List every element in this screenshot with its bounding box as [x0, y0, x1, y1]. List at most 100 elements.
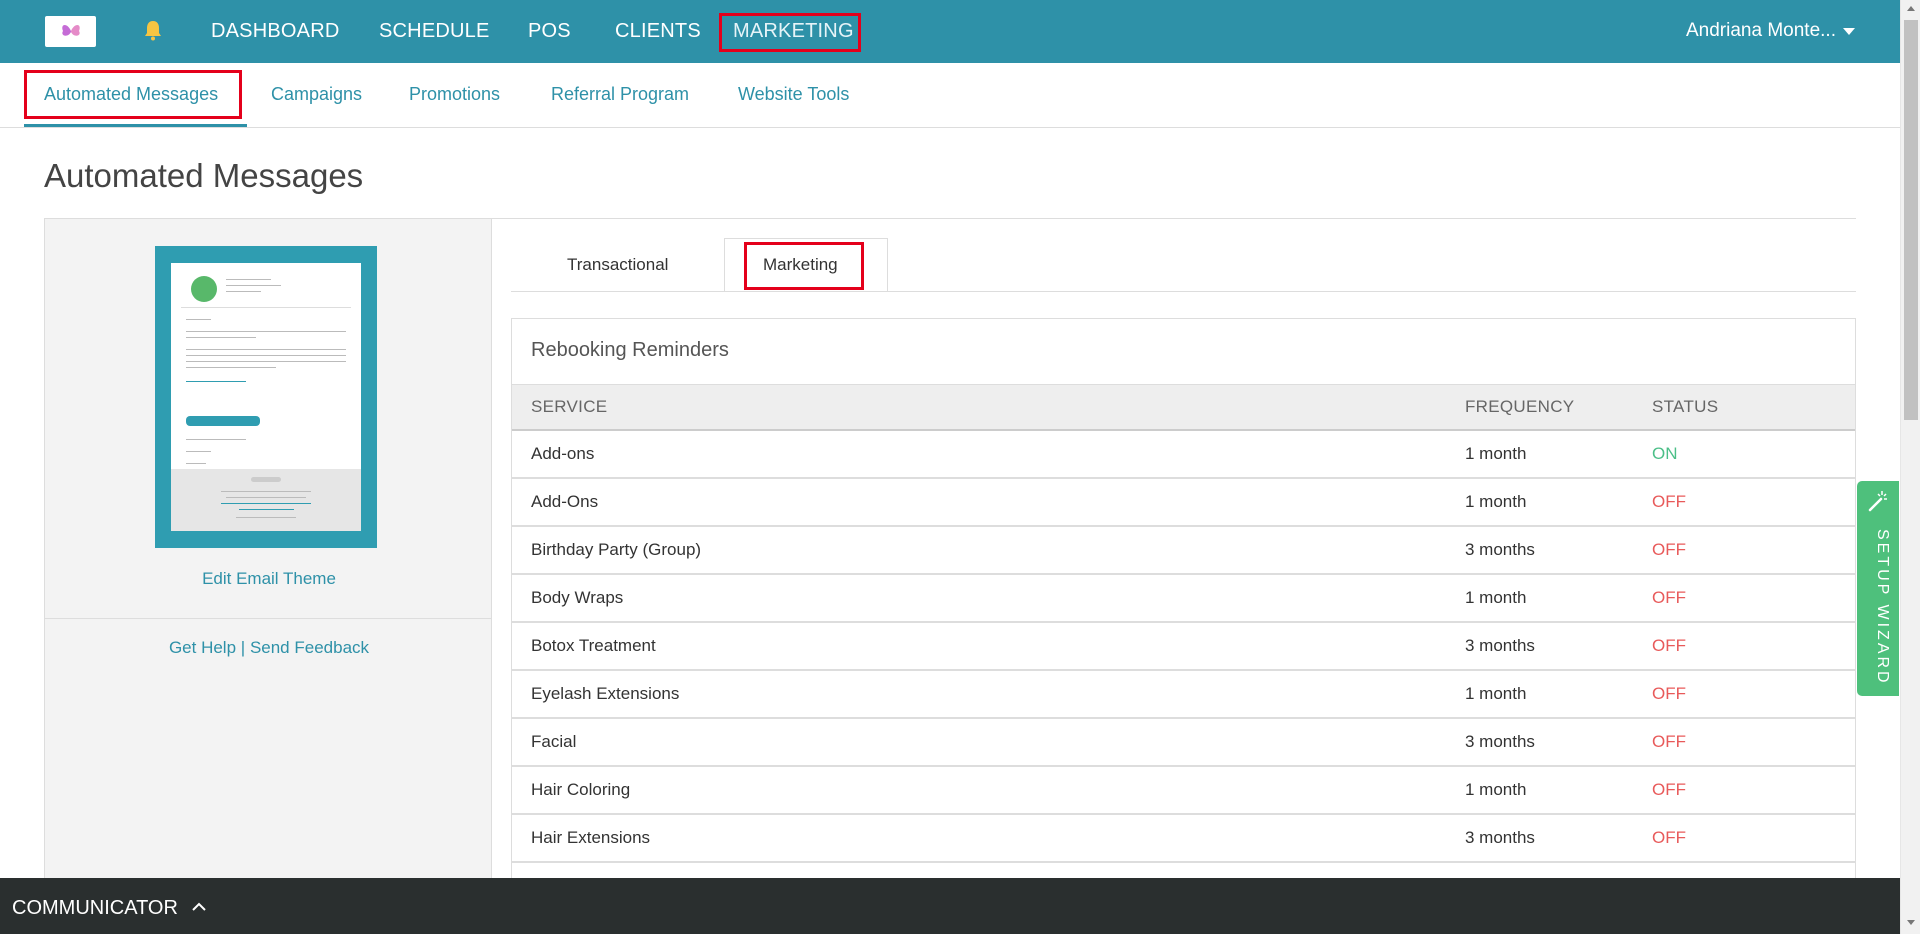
table-row[interactable]: Eyelash Extensions 1 month OFF: [512, 671, 1855, 719]
communicator-label: COMMUNICATOR: [12, 897, 178, 919]
preview-line: [226, 285, 281, 286]
preview-line: [186, 355, 346, 356]
email-preview-body: [171, 263, 361, 531]
email-theme-preview[interactable]: [155, 246, 377, 548]
service-cell: Add-ons: [531, 444, 595, 463]
preview-book-button: [186, 416, 260, 426]
service-cell: Botox Treatment: [531, 636, 656, 655]
bell-icon[interactable]: [141, 18, 165, 42]
service-cell: Facial: [531, 732, 577, 751]
card-title: Rebooking Reminders: [531, 339, 729, 361]
communicator-bar[interactable]: COMMUNICATOR: [0, 878, 1900, 934]
table-row[interactable]: Body Wraps 1 month OFF: [512, 575, 1855, 623]
setup-wizard-label: SETUP WIZARD: [1874, 529, 1891, 686]
email-theme-panel: Edit Email Theme Get Help | Send Feedbac…: [44, 219, 492, 934]
subnav-website-tools[interactable]: Website Tools: [738, 84, 849, 105]
preview-line: [221, 503, 311, 504]
magic-wand-icon: [1868, 491, 1887, 512]
edit-email-theme-link[interactable]: Edit Email Theme: [45, 569, 493, 589]
preview-line: [181, 307, 351, 308]
table-row[interactable]: Facial 3 months OFF: [512, 719, 1855, 767]
subnav-campaigns[interactable]: Campaigns: [271, 84, 362, 105]
caret-down-icon[interactable]: [1843, 28, 1855, 35]
frequency-cell: 1 month: [1465, 492, 1527, 511]
preview-line: [186, 361, 346, 362]
highlight-marketing-nav: [719, 13, 861, 52]
table-row[interactable]: Add-Ons 1 month OFF: [512, 479, 1855, 527]
frequency-cell: 3 months: [1465, 636, 1535, 655]
column-frequency: FREQUENCY: [1465, 397, 1575, 416]
active-subnav-indicator: [24, 124, 247, 127]
scroll-up-arrow-icon[interactable]: [1907, 6, 1915, 11]
page-scrollbar[interactable]: [1900, 0, 1920, 934]
nav-dashboard[interactable]: DASHBOARD: [211, 20, 340, 43]
preview-line: [226, 291, 261, 292]
tab-transactional[interactable]: Transactional: [567, 255, 668, 275]
top-navigation-bar: DASHBOARD SCHEDULE POS CLIENTS MARKETING…: [0, 0, 1900, 63]
table-row[interactable]: Botox Treatment 3 months OFF: [512, 623, 1855, 671]
preview-line: [186, 331, 346, 332]
rebooking-reminders-card: Rebooking Reminders SERVICE FREQUENCY ST…: [511, 318, 1856, 934]
chevron-up-icon[interactable]: [191, 900, 207, 912]
subnav-referral-program[interactable]: Referral Program: [551, 84, 689, 105]
send-feedback-link[interactable]: Send Feedback: [250, 638, 369, 657]
preview-line: [239, 509, 294, 510]
preview-line: [251, 477, 281, 482]
preview-line: [221, 491, 311, 492]
status-cell[interactable]: OFF: [1652, 492, 1686, 512]
status-cell[interactable]: ON: [1652, 444, 1678, 464]
page-title: Automated Messages: [44, 157, 364, 194]
frequency-cell: 3 months: [1465, 732, 1535, 751]
frequency-cell: 1 month: [1465, 588, 1527, 607]
status-cell[interactable]: OFF: [1652, 636, 1686, 656]
email-preview-footer: [171, 469, 361, 531]
frequency-cell: 1 month: [1465, 684, 1527, 703]
preview-line: [186, 463, 206, 464]
tabs-divider: [511, 291, 1856, 292]
status-cell[interactable]: OFF: [1652, 588, 1686, 608]
preview-line: [186, 349, 346, 350]
preview-line: [186, 367, 276, 368]
table-header: SERVICE FREQUENCY STATUS: [512, 384, 1855, 431]
service-cell: Hair Coloring: [531, 780, 631, 799]
frequency-cell: 3 months: [1465, 828, 1535, 847]
setup-wizard-tab[interactable]: SETUP WIZARD: [1857, 481, 1899, 696]
get-help-link[interactable]: Get Help: [169, 638, 236, 657]
status-cell[interactable]: OFF: [1652, 780, 1686, 800]
table-row[interactable]: Birthday Party (Group) 3 months OFF: [512, 527, 1855, 575]
service-cell: Body Wraps: [531, 588, 624, 607]
status-cell[interactable]: OFF: [1652, 684, 1686, 704]
scrollbar-thumb[interactable]: [1904, 20, 1918, 420]
divider: [45, 618, 491, 619]
preview-line: [226, 497, 306, 498]
link-separator: |: [240, 638, 246, 657]
email-logo-preview: [191, 276, 217, 302]
table-row[interactable]: Add-ons 1 month ON: [512, 431, 1855, 479]
table-row[interactable]: Hair Coloring 1 month OFF: [512, 767, 1855, 815]
nav-pos[interactable]: POS: [528, 20, 571, 43]
service-cell: Add-Ons: [531, 492, 599, 511]
preview-line: [186, 381, 246, 382]
preview-line: [186, 439, 246, 440]
preview-line: [236, 517, 296, 518]
preview-line: [186, 319, 211, 320]
marketing-subnav: Automated Messages Campaigns Promotions …: [0, 63, 1900, 128]
scroll-down-arrow-icon[interactable]: [1907, 920, 1915, 925]
highlight-automated-messages: [24, 70, 242, 119]
subnav-promotions[interactable]: Promotions: [409, 84, 500, 105]
service-cell: Hair Extensions: [531, 828, 651, 847]
status-cell[interactable]: OFF: [1652, 540, 1686, 560]
status-cell[interactable]: OFF: [1652, 732, 1686, 752]
frequency-cell: 1 month: [1465, 780, 1527, 799]
preview-line: [226, 279, 271, 280]
nav-schedule[interactable]: SCHEDULE: [379, 20, 490, 43]
user-menu[interactable]: Andriana Monte...: [1686, 20, 1836, 42]
column-status: STATUS: [1652, 397, 1719, 416]
nav-clients[interactable]: CLIENTS: [615, 20, 701, 43]
service-cell: Eyelash Extensions: [531, 684, 680, 703]
preview-line: [186, 337, 256, 338]
table-row[interactable]: Hair Extensions 3 months OFF: [512, 815, 1855, 863]
status-cell[interactable]: OFF: [1652, 828, 1686, 848]
column-service: SERVICE: [531, 397, 608, 416]
business-logo[interactable]: [45, 16, 96, 47]
